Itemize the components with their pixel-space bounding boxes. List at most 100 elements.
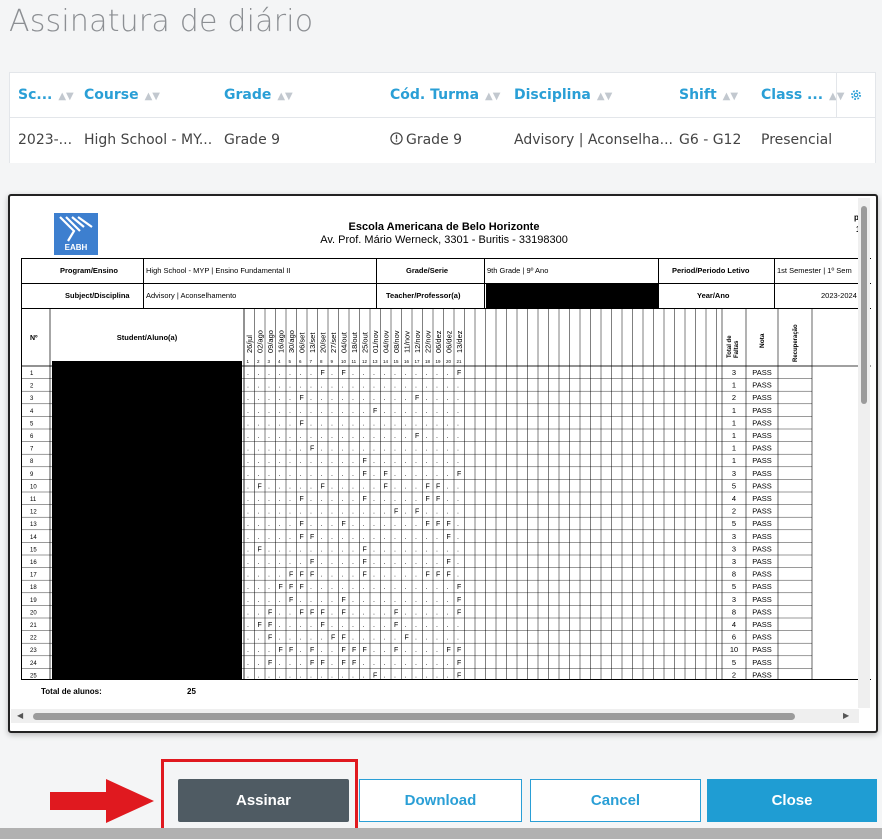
presence-mark: . xyxy=(321,458,323,465)
presence-mark: . xyxy=(268,471,270,478)
presence-mark: . xyxy=(457,408,459,415)
horizontal-scroll-thumb[interactable] xyxy=(33,713,795,720)
presence-mark: . xyxy=(363,635,365,642)
date-label: 18/out xyxy=(350,331,359,353)
absence-mark: F xyxy=(258,483,262,490)
presence-mark: . xyxy=(247,572,249,579)
presence-mark: . xyxy=(447,546,449,553)
presence-mark: . xyxy=(279,370,281,377)
presence-mark: . xyxy=(268,420,270,427)
nota-cell: PASS xyxy=(752,607,771,616)
presence-mark: . xyxy=(258,559,260,566)
presence-mark: . xyxy=(289,471,291,478)
col-header-class[interactable]: Class ... ▲▼ xyxy=(761,73,844,117)
presence-mark: . xyxy=(415,584,417,591)
presence-mark: . xyxy=(310,597,312,604)
presence-mark: . xyxy=(300,433,302,440)
presence-mark: . xyxy=(352,446,354,453)
grade-label: Grade/Serie xyxy=(406,266,449,275)
absence-mark: F xyxy=(258,622,262,629)
cancel-button[interactable]: Cancel xyxy=(530,779,701,822)
col-header-cod-turma[interactable]: Cód. Turma ▲▼ xyxy=(390,73,500,117)
row-number: 12 xyxy=(30,510,37,516)
presence-mark: . xyxy=(405,647,407,654)
presence-mark: . xyxy=(289,433,291,440)
presence-mark: . xyxy=(289,408,291,415)
presence-mark: . xyxy=(384,395,386,402)
presence-mark: . xyxy=(415,622,417,629)
presence-mark: . xyxy=(436,458,438,465)
absence-mark: F xyxy=(447,521,451,528)
col-header-course[interactable]: Course ▲▼ xyxy=(84,73,160,117)
date-label: 12/nov xyxy=(413,330,422,353)
presence-mark: . xyxy=(310,395,312,402)
total-faltas-cell: 8 xyxy=(732,607,736,616)
cell-class: Presencial xyxy=(761,132,833,148)
scroll-left-icon[interactable]: ◀ xyxy=(17,711,23,720)
presence-mark: . xyxy=(321,672,323,679)
col-header-shift[interactable]: Shift ▲▼ xyxy=(679,73,738,117)
absence-mark: F xyxy=(321,609,325,616)
total-faltas-cell: 1 xyxy=(732,444,736,453)
total-students-label: Total de alunos: xyxy=(41,687,102,696)
absence-mark: F xyxy=(300,521,304,528)
presence-mark: . xyxy=(247,597,249,604)
presence-mark: . xyxy=(394,672,396,679)
close-button[interactable]: Close xyxy=(707,779,877,822)
info-icon[interactable] xyxy=(390,132,403,145)
presence-mark: . xyxy=(300,370,302,377)
col-header-disciplina[interactable]: Disciplina ▲▼ xyxy=(514,73,612,117)
presence-mark: . xyxy=(247,609,249,616)
absence-mark: F xyxy=(342,521,346,528)
presence-mark: . xyxy=(331,597,333,604)
presence-mark: . xyxy=(279,597,281,604)
presence-mark: . xyxy=(363,395,365,402)
presence-mark: . xyxy=(321,597,323,604)
presence-mark: . xyxy=(457,546,459,553)
absence-mark: F xyxy=(373,672,377,679)
cell-cod-turma: Grade 9 xyxy=(390,118,462,162)
row-number: 1 xyxy=(30,371,34,377)
presence-mark: . xyxy=(426,458,428,465)
presence-mark: . xyxy=(247,496,249,503)
total-faltas-header-2: Faltas xyxy=(734,340,740,358)
cell-shift: G6 - G12 xyxy=(679,132,742,148)
document-viewer[interactable]: EABH Escola Americana de Belo Horizonte … xyxy=(11,197,871,711)
row-number: 23 xyxy=(30,648,37,654)
absence-mark: F xyxy=(447,572,451,579)
presence-mark: . xyxy=(247,559,249,566)
presence-mark: . xyxy=(321,433,323,440)
presence-mark: . xyxy=(258,383,260,390)
presence-mark: . xyxy=(342,496,344,503)
date-label: 04/out xyxy=(340,331,349,353)
program-row: Program/Ensino High School - MYP | Ensin… xyxy=(21,258,871,283)
presence-mark: . xyxy=(247,635,249,642)
presence-mark: . xyxy=(331,622,333,629)
presence-mark: . xyxy=(363,383,365,390)
presence-mark: . xyxy=(447,483,449,490)
horizontal-scrollbar[interactable]: ◀ ▶ xyxy=(11,709,859,723)
presence-mark: . xyxy=(268,521,270,528)
presence-mark: . xyxy=(394,471,396,478)
nota-cell: PASS xyxy=(752,393,771,402)
scroll-right-icon[interactable]: ▶ xyxy=(843,711,849,720)
nota-cell: PASS xyxy=(752,544,771,553)
presence-mark: . xyxy=(415,370,417,377)
presence-mark: . xyxy=(331,420,333,427)
absence-mark: F xyxy=(457,370,461,377)
presence-mark: . xyxy=(352,370,354,377)
row-number: 13 xyxy=(30,522,37,528)
presence-mark: . xyxy=(279,496,281,503)
grid-settings-button[interactable] xyxy=(836,73,875,117)
vertical-scroll-thumb[interactable] xyxy=(861,206,867,404)
nota-cell: PASS xyxy=(752,532,771,541)
vertical-scrollbar[interactable] xyxy=(858,198,870,708)
presence-mark: . xyxy=(394,572,396,579)
col-header-grade[interactable]: Grade ▲▼ xyxy=(224,73,293,117)
download-button[interactable]: Download xyxy=(359,779,522,822)
absence-mark: F xyxy=(352,660,356,667)
row-number: 16 xyxy=(30,560,37,566)
total-faltas-cell: 3 xyxy=(732,544,736,553)
presence-mark: . xyxy=(331,509,333,516)
col-header-school-year[interactable]: Sc... ▲▼ xyxy=(18,73,74,117)
